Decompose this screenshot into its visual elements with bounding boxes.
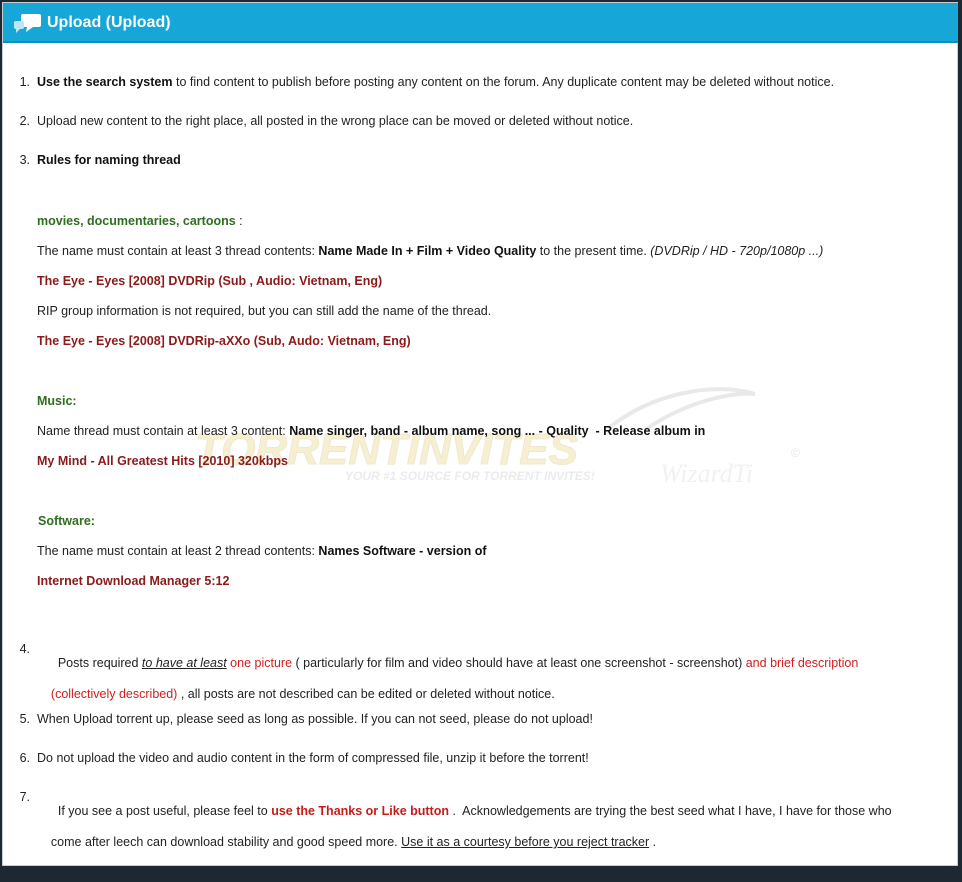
movies-rule-pre: The name must contain at least 3 thread … — [37, 244, 319, 258]
rule-1-text: to find content to publish before postin… — [172, 75, 835, 89]
movies-heading-line: movies, documentaries, cartoons : — [37, 214, 243, 228]
one-picture-text: one picture — [226, 656, 293, 670]
movies-rule-bold: Name Made In + Film + Video Quality — [318, 244, 537, 258]
speech-bubbles-icon — [14, 14, 41, 33]
software-rule-bold: Names Software - version of — [318, 544, 487, 558]
rule-number: 1. — [19, 75, 30, 89]
rule-4-mid: ( particularly for film and video should… — [292, 656, 746, 670]
rule-4-rest: , all posts are not described can be edi… — [177, 687, 555, 701]
software-heading: Software: — [38, 514, 95, 528]
rule-number: 3. — [19, 153, 30, 167]
rule-5-text: When Upload torrent up, please seed as l… — [37, 712, 593, 726]
torrentinvites-watermark: TORRENTINVITES YOUR #1 SOURCE FOR TORREN… — [195, 387, 800, 488]
page-footer-bar — [0, 866, 962, 882]
movies-heading-suffix: : — [235, 214, 243, 228]
rule-number: 5. — [19, 712, 30, 726]
rule-4-pre: Posts required — [57, 656, 142, 670]
rule-number: 6. — [19, 751, 30, 765]
search-system-text: Use the search system — [37, 75, 173, 89]
watermark-signature: WizardTi — [660, 459, 753, 488]
rule-number: 7. — [19, 790, 30, 804]
movies-example-2: The Eye - Eyes [2008] DVDRip-aXXo (Sub, … — [37, 334, 411, 348]
music-rule-pre: Name thread must contain at least 3 cont… — [37, 424, 290, 438]
thanks-like-button-text: use the Thanks or Like button — [271, 804, 449, 818]
software-rule-pre: The name must contain at least 2 thread … — [37, 544, 319, 558]
rule-7-line-2: come after leech can download stability … — [37, 821, 656, 863]
movies-quality-note: (DVDRip / HD - 720p/1080p ...) — [650, 244, 824, 258]
at-least-underlined: to have at least — [141, 656, 227, 670]
rule-7-mid: . Acknowledgements are trying the best s… — [448, 804, 892, 818]
panel-header: Upload (Upload) — [3, 3, 958, 43]
rule-7-line-2-pre: come after leech can download stability … — [50, 835, 402, 849]
rule-7-pre: If you see a post useful, please feel to — [57, 804, 272, 818]
movies-example-1: The Eye - Eyes [2008] DVDRip (Sub , Audi… — [37, 274, 383, 288]
panel-title: Upload (Upload) — [47, 14, 171, 31]
rule-6-text: Do not upload the video and audio conten… — [37, 751, 589, 765]
music-rule-bold: Name singer, band - album name, song ...… — [289, 424, 706, 438]
movies-rule-mid: to the present time. — [536, 244, 651, 258]
rule-2-text: Upload new content to the right place, a… — [37, 114, 634, 128]
rule-7-line-2-end: . — [649, 835, 657, 849]
music-heading: Music: — [37, 394, 77, 408]
rule-number: 4. — [19, 642, 30, 656]
music-rule-line: Name thread must contain at least 3 cont… — [37, 424, 705, 438]
music-example: My Mind - All Greatest Hits [2010] 320kb… — [37, 454, 289, 468]
watermark-copyright: © — [791, 446, 800, 460]
software-rule-line: The name must contain at least 2 thread … — [37, 544, 487, 558]
rip-group-note: RIP group information is not required, b… — [37, 304, 492, 318]
brief-description-text: and brief description — [745, 656, 859, 670]
collectively-described-text: (collectively described) — [50, 687, 178, 701]
software-example: Internet Download Manager 5:12 — [37, 574, 230, 588]
rule-number: 2. — [19, 114, 30, 128]
watermark-tagline: YOUR #1 SOURCE FOR TORRENT INVITES! — [345, 469, 595, 483]
courtesy-underlined: Use it as a courtesy before you reject t… — [401, 835, 650, 849]
movies-rule-line: The name must contain at least 3 thread … — [37, 244, 823, 258]
movies-heading: movies, documentaries, cartoons — [37, 214, 236, 228]
naming-rules-title: Rules for naming thread — [37, 153, 181, 167]
rule-4-line-2: (collectively described) , all posts are… — [37, 673, 555, 715]
